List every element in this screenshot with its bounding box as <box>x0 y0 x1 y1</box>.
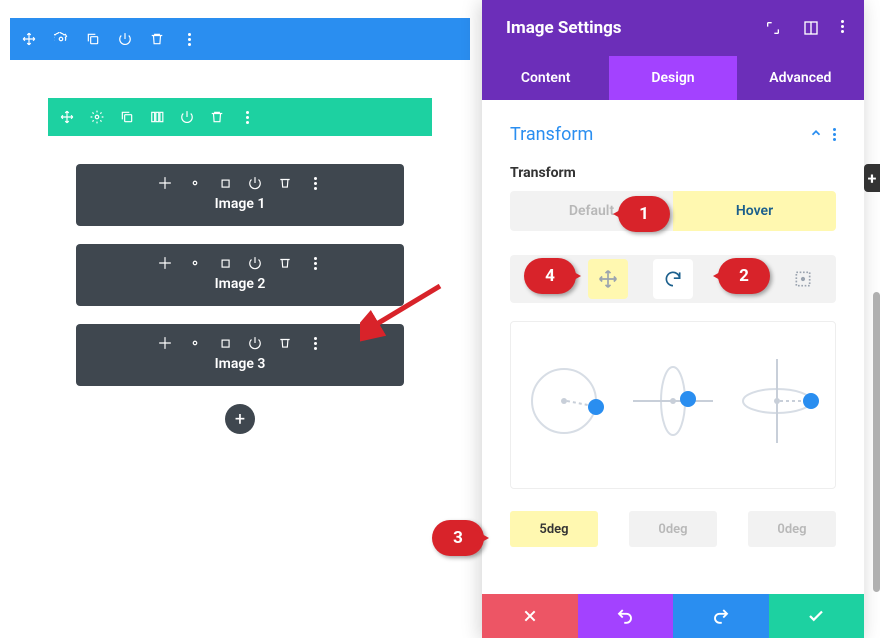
add-module-button[interactable]: + <box>225 404 255 434</box>
power-icon[interactable] <box>248 176 262 190</box>
layout-icon[interactable] <box>803 20 819 36</box>
callout-marker-1: 1 <box>618 196 670 232</box>
transform-label: Transform <box>510 165 836 181</box>
gear-icon[interactable] <box>188 336 202 350</box>
section-transform-title[interactable]: Transform <box>510 124 593 145</box>
callout-marker-4: 4 <box>524 258 576 294</box>
rotate-y-input[interactable]: 0deg <box>748 511 836 547</box>
trash-icon[interactable] <box>278 256 292 270</box>
add-section-handle[interactable]: + <box>864 164 880 192</box>
callout-marker-2: 2 <box>718 258 770 294</box>
section: Image 1 Image 2 <box>10 18 470 474</box>
trash-icon[interactable] <box>210 110 224 124</box>
more-icon[interactable] <box>182 32 196 46</box>
row-toolbar[interactable] <box>48 98 432 136</box>
more-icon[interactable] <box>841 20 844 36</box>
more-icon[interactable] <box>240 110 254 124</box>
module-image[interactable]: Image 2 <box>76 244 404 306</box>
undo-button[interactable] <box>578 594 674 638</box>
gear-icon[interactable] <box>188 176 202 190</box>
transform-origin-icon[interactable] <box>783 259 823 299</box>
module-image[interactable]: Image 3 <box>76 324 404 386</box>
tab-design[interactable]: Design <box>609 56 736 100</box>
move-icon[interactable] <box>158 176 172 190</box>
cancel-button[interactable] <box>482 594 578 638</box>
module-image[interactable]: Image 1 <box>76 164 404 226</box>
trash-icon[interactable] <box>278 336 292 350</box>
move-icon[interactable] <box>60 110 74 124</box>
panel-header: Image Settings <box>482 0 864 56</box>
trash-icon[interactable] <box>278 176 292 190</box>
state-toggle: Default Hover <box>510 191 836 231</box>
move-icon[interactable] <box>22 32 36 46</box>
more-icon[interactable] <box>308 256 322 270</box>
settings-panel: Image Settings Content Design Advanced T… <box>482 0 864 638</box>
duplicate-icon[interactable] <box>218 176 232 190</box>
gear-icon[interactable] <box>188 256 202 270</box>
gear-icon[interactable] <box>90 110 104 124</box>
panel-tabs: Content Design Advanced <box>482 56 864 100</box>
tab-content[interactable]: Content <box>482 56 609 100</box>
module-label: Image 2 <box>76 276 404 292</box>
rotate-x-input[interactable]: 0deg <box>629 511 717 547</box>
module-label: Image 3 <box>76 356 404 372</box>
state-hover-tab[interactable]: Hover <box>673 191 836 231</box>
expand-icon[interactable] <box>765 20 781 36</box>
power-icon[interactable] <box>248 256 262 270</box>
panel-body: Transform Transform Default Hover <box>482 100 864 594</box>
chevron-up-icon[interactable] <box>809 125 823 144</box>
more-icon[interactable] <box>308 176 322 190</box>
power-icon[interactable] <box>118 32 132 46</box>
move-icon[interactable] <box>158 336 172 350</box>
duplicate-icon[interactable] <box>218 336 232 350</box>
gear-icon[interactable] <box>54 32 68 46</box>
scrollbar[interactable] <box>873 292 880 592</box>
duplicate-icon[interactable] <box>86 32 100 46</box>
duplicate-icon[interactable] <box>218 256 232 270</box>
rotation-value-row: 5deg 0deg 0deg <box>510 511 836 547</box>
trash-icon[interactable] <box>150 32 164 46</box>
action-bar <box>482 594 864 638</box>
power-icon[interactable] <box>248 336 262 350</box>
duplicate-icon[interactable] <box>120 110 134 124</box>
rotation-diagrams[interactable] <box>510 321 836 489</box>
move-icon[interactable] <box>158 256 172 270</box>
columns-icon[interactable] <box>150 110 164 124</box>
modules-col: Image 1 Image 2 <box>48 136 432 454</box>
transform-rotate-icon[interactable] <box>653 259 693 299</box>
panel-title: Image Settings <box>506 18 622 38</box>
section-toolbar[interactable] <box>10 18 470 60</box>
callout-marker-3: 3 <box>432 520 484 556</box>
transform-translate-icon[interactable] <box>588 259 628 299</box>
redo-button[interactable] <box>673 594 769 638</box>
more-icon[interactable] <box>308 336 322 350</box>
tab-advanced[interactable]: Advanced <box>737 56 864 100</box>
save-button[interactable] <box>769 594 865 638</box>
builder-area: Image 1 Image 2 <box>10 18 470 474</box>
row-wrap: Image 1 Image 2 <box>10 60 470 474</box>
module-label: Image 1 <box>76 196 404 212</box>
more-icon[interactable] <box>833 128 836 141</box>
power-icon[interactable] <box>180 110 194 124</box>
rotate-z-input[interactable]: 5deg <box>510 511 598 547</box>
